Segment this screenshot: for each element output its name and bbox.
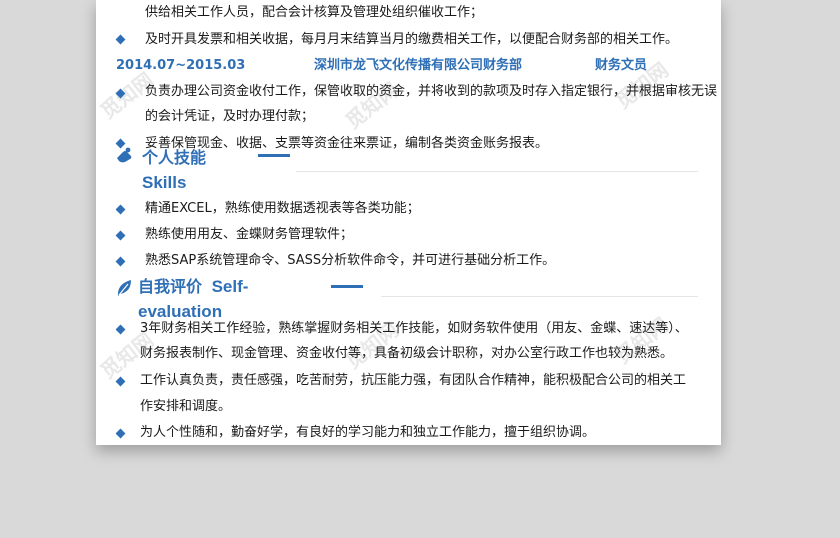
job-period: 2014.07~2015.03 <box>116 58 246 73</box>
duty-line: 的会计凭证，及时办理付款； <box>145 109 315 124</box>
skill-item: 熟练使用用友、金蝶财务管理软件； <box>145 227 354 242</box>
section-accent-bar <box>258 154 290 157</box>
bullet-diamond <box>115 324 126 335</box>
job-company: 深圳市龙飞文化传播有限公司财务部 <box>314 58 523 73</box>
bullet-diamond <box>115 34 126 45</box>
section-title-self-eval: 自我评价 Self- <box>138 276 248 298</box>
bullet-diamond <box>115 230 126 241</box>
section-title-skills: 个人技能 <box>142 148 207 167</box>
section-title-self-eval-cn: 自我评价 <box>138 277 203 296</box>
skill-item: 熟悉SAP系统管理命令、SASS分析软件命令，并可进行基础分析工作。 <box>145 253 556 268</box>
section-accent-bar <box>331 285 363 288</box>
bullet-diamond <box>115 256 126 267</box>
bullet-diamond <box>115 376 126 387</box>
leaf-icon <box>115 278 133 302</box>
bullet-diamond <box>115 428 126 439</box>
skill-item: 精通EXCEL，熟练使用数据透视表等各类功能； <box>145 201 420 216</box>
self-eval-line: 作安排和调度。 <box>140 399 232 414</box>
experience-line: 供给相关工作人员，配合会计核算及管理处组织催收工作； <box>145 5 484 20</box>
self-eval-line: 为人个性随和，勤奋好学，有良好的学习能力和独立工作能力，擅于组织协调。 <box>140 425 596 440</box>
duty-line: 负责办理公司资金收付工作，保管收取的资金，并将收到的款项及时存入指定银行，并根据… <box>145 84 718 99</box>
job-position: 财务文员 <box>595 58 648 73</box>
bullet-diamond <box>115 204 126 215</box>
section-title-skills-en: Skills <box>142 173 187 192</box>
section-title-self-eval-en: Self- <box>211 277 249 296</box>
bullet-diamond <box>115 88 126 99</box>
hand-icon <box>115 146 135 168</box>
self-eval-line: 工作认真负责，责任感强，吃苦耐劳，抗压能力强，有团队合作精神，能积极配合公司的相… <box>140 373 687 388</box>
section-divider <box>296 171 698 172</box>
self-eval-line: 财务报表制作、现金管理、资金收付等，具备初级会计职称，对办公室行政工作也较为熟悉… <box>140 346 674 361</box>
section-divider <box>381 296 698 297</box>
resume-page: 觅知网 觅知网 觅知网 觅知网 觅知网 觅知网 供给相关工作人员，配合会计核算及… <box>96 0 721 445</box>
self-eval-line: 3年财务相关工作经验，熟练掌握财务相关工作技能，如财务软件使用（用友、金蝶、速达… <box>140 321 688 336</box>
experience-line: 及时开具发票和相关收据，每月月末结算当月的缴费相关工作，以便配合财务部的相关工作… <box>145 32 679 47</box>
